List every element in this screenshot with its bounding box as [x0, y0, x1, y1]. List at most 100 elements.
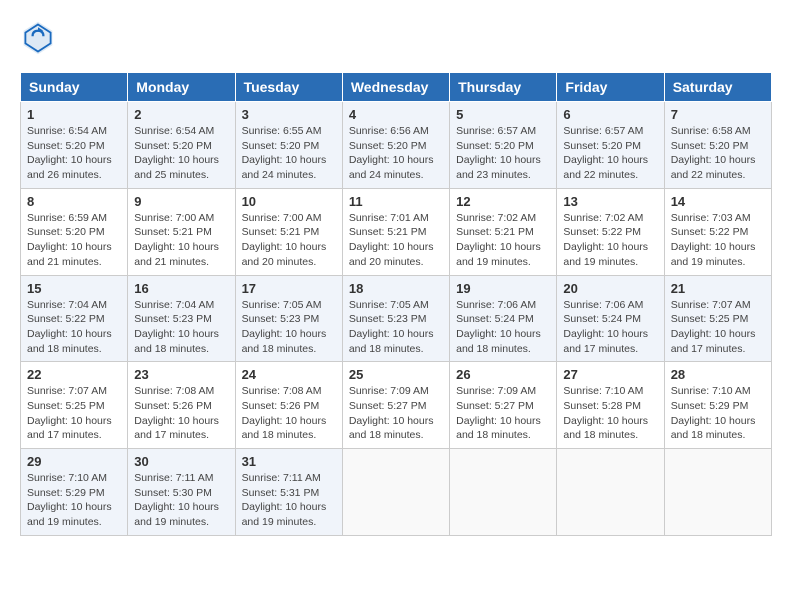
day-number: 16	[134, 281, 228, 296]
day-info: Sunrise: 7:08 AM Sunset: 5:26 PM Dayligh…	[242, 384, 336, 443]
calendar-cell: 18 Sunrise: 7:05 AM Sunset: 5:23 PM Dayli…	[342, 275, 449, 362]
page-header	[20, 20, 772, 56]
calendar-header-row: SundayMondayTuesdayWednesdayThursdayFrid…	[21, 73, 772, 102]
day-number: 2	[134, 107, 228, 122]
calendar-cell: 23 Sunrise: 7:08 AM Sunset: 5:26 PM Dayli…	[128, 362, 235, 449]
day-number: 22	[27, 367, 121, 382]
calendar-cell	[342, 449, 449, 536]
day-number: 30	[134, 454, 228, 469]
day-info: Sunrise: 7:09 AM Sunset: 5:27 PM Dayligh…	[456, 384, 550, 443]
calendar-header-wednesday: Wednesday	[342, 73, 449, 102]
calendar-cell: 17 Sunrise: 7:05 AM Sunset: 5:23 PM Dayli…	[235, 275, 342, 362]
calendar-week-1: 1 Sunrise: 6:54 AM Sunset: 5:20 PM Daylig…	[21, 102, 772, 189]
day-number: 18	[349, 281, 443, 296]
day-number: 7	[671, 107, 765, 122]
calendar-cell: 21Sunrise: 7:07 AM Sunset: 5:25 PM Dayli…	[664, 275, 771, 362]
day-info: Sunrise: 7:06 AM Sunset: 5:24 PM Dayligh…	[456, 298, 550, 357]
calendar-cell: 22 Sunrise: 7:07 AM Sunset: 5:25 PM Dayli…	[21, 362, 128, 449]
day-info: Sunrise: 6:59 AM Sunset: 5:20 PM Dayligh…	[27, 211, 121, 270]
day-info: Sunrise: 7:05 AM Sunset: 5:23 PM Dayligh…	[349, 298, 443, 357]
day-info: Sunrise: 7:11 AM Sunset: 5:31 PM Dayligh…	[242, 471, 336, 530]
calendar-table: SundayMondayTuesdayWednesdayThursdayFrid…	[20, 72, 772, 536]
day-number: 14	[671, 194, 765, 209]
calendar-cell: 28 Sunrise: 7:10 AM Sunset: 5:29 PM Dayli…	[664, 362, 771, 449]
day-number: 24	[242, 367, 336, 382]
calendar-cell: 4Sunrise: 6:56 AM Sunset: 5:20 PM Daylig…	[342, 102, 449, 189]
calendar-cell	[557, 449, 664, 536]
logo	[20, 20, 60, 56]
calendar-cell: 7 Sunrise: 6:58 AM Sunset: 5:20 PM Daylig…	[664, 102, 771, 189]
day-number: 19	[456, 281, 550, 296]
day-info: Sunrise: 7:10 AM Sunset: 5:29 PM Dayligh…	[671, 384, 765, 443]
calendar-cell: 9Sunrise: 7:00 AM Sunset: 5:21 PM Daylig…	[128, 188, 235, 275]
day-number: 20	[563, 281, 657, 296]
calendar-header-tuesday: Tuesday	[235, 73, 342, 102]
day-info: Sunrise: 7:09 AM Sunset: 5:27 PM Dayligh…	[349, 384, 443, 443]
day-info: Sunrise: 7:07 AM Sunset: 5:25 PM Dayligh…	[671, 298, 765, 357]
day-number: 28	[671, 367, 765, 382]
calendar-cell	[450, 449, 557, 536]
calendar-cell: 25Sunrise: 7:09 AM Sunset: 5:27 PM Dayli…	[342, 362, 449, 449]
calendar-cell: 6 Sunrise: 6:57 AM Sunset: 5:20 PM Daylig…	[557, 102, 664, 189]
day-number: 11	[349, 194, 443, 209]
logo-icon	[20, 20, 56, 56]
day-number: 26	[456, 367, 550, 382]
day-number: 1	[27, 107, 121, 122]
calendar-cell: 13 Sunrise: 7:02 AM Sunset: 5:22 PM Dayli…	[557, 188, 664, 275]
day-number: 23	[134, 367, 228, 382]
day-info: Sunrise: 7:04 AM Sunset: 5:22 PM Dayligh…	[27, 298, 121, 357]
calendar-cell: 15 Sunrise: 7:04 AM Sunset: 5:22 PM Dayli…	[21, 275, 128, 362]
calendar-cell: 8 Sunrise: 6:59 AM Sunset: 5:20 PM Daylig…	[21, 188, 128, 275]
calendar-week-4: 22 Sunrise: 7:07 AM Sunset: 5:25 PM Dayli…	[21, 362, 772, 449]
day-number: 27	[563, 367, 657, 382]
day-number: 3	[242, 107, 336, 122]
calendar-cell: 16Sunrise: 7:04 AM Sunset: 5:23 PM Dayli…	[128, 275, 235, 362]
day-number: 9	[134, 194, 228, 209]
calendar-cell: 20 Sunrise: 7:06 AM Sunset: 5:24 PM Dayli…	[557, 275, 664, 362]
day-info: Sunrise: 7:07 AM Sunset: 5:25 PM Dayligh…	[27, 384, 121, 443]
calendar-cell: 5 Sunrise: 6:57 AM Sunset: 5:20 PM Daylig…	[450, 102, 557, 189]
day-info: Sunrise: 7:03 AM Sunset: 5:22 PM Dayligh…	[671, 211, 765, 270]
calendar-header-monday: Monday	[128, 73, 235, 102]
day-number: 8	[27, 194, 121, 209]
calendar-cell: 24 Sunrise: 7:08 AM Sunset: 5:26 PM Dayli…	[235, 362, 342, 449]
day-info: Sunrise: 7:01 AM Sunset: 5:21 PM Dayligh…	[349, 211, 443, 270]
calendar-header-friday: Friday	[557, 73, 664, 102]
calendar-cell: 3 Sunrise: 6:55 AM Sunset: 5:20 PM Daylig…	[235, 102, 342, 189]
calendar-week-5: 29 Sunrise: 7:10 AM Sunset: 5:29 PM Dayli…	[21, 449, 772, 536]
day-number: 6	[563, 107, 657, 122]
calendar-cell: 1 Sunrise: 6:54 AM Sunset: 5:20 PM Daylig…	[21, 102, 128, 189]
day-number: 29	[27, 454, 121, 469]
calendar-cell: 12Sunrise: 7:02 AM Sunset: 5:21 PM Dayli…	[450, 188, 557, 275]
day-info: Sunrise: 6:56 AM Sunset: 5:20 PM Dayligh…	[349, 124, 443, 183]
day-info: Sunrise: 7:08 AM Sunset: 5:26 PM Dayligh…	[134, 384, 228, 443]
calendar-header-sunday: Sunday	[21, 73, 128, 102]
day-info: Sunrise: 6:57 AM Sunset: 5:20 PM Dayligh…	[456, 124, 550, 183]
day-number: 13	[563, 194, 657, 209]
day-info: Sunrise: 6:58 AM Sunset: 5:20 PM Dayligh…	[671, 124, 765, 183]
day-info: Sunrise: 6:57 AM Sunset: 5:20 PM Dayligh…	[563, 124, 657, 183]
calendar-cell: 14 Sunrise: 7:03 AM Sunset: 5:22 PM Dayli…	[664, 188, 771, 275]
day-number: 17	[242, 281, 336, 296]
calendar-cell: 10 Sunrise: 7:00 AM Sunset: 5:21 PM Dayli…	[235, 188, 342, 275]
day-info: Sunrise: 7:10 AM Sunset: 5:28 PM Dayligh…	[563, 384, 657, 443]
day-number: 10	[242, 194, 336, 209]
day-info: Sunrise: 6:55 AM Sunset: 5:20 PM Dayligh…	[242, 124, 336, 183]
calendar-week-3: 15 Sunrise: 7:04 AM Sunset: 5:22 PM Dayli…	[21, 275, 772, 362]
calendar-body: 1 Sunrise: 6:54 AM Sunset: 5:20 PM Daylig…	[21, 102, 772, 536]
day-number: 5	[456, 107, 550, 122]
day-info: Sunrise: 6:54 AM Sunset: 5:20 PM Dayligh…	[27, 124, 121, 183]
day-number: 15	[27, 281, 121, 296]
calendar-week-2: 8 Sunrise: 6:59 AM Sunset: 5:20 PM Daylig…	[21, 188, 772, 275]
day-info: Sunrise: 7:05 AM Sunset: 5:23 PM Dayligh…	[242, 298, 336, 357]
day-number: 12	[456, 194, 550, 209]
day-info: Sunrise: 7:00 AM Sunset: 5:21 PM Dayligh…	[242, 211, 336, 270]
day-info: Sunrise: 6:54 AM Sunset: 5:20 PM Dayligh…	[134, 124, 228, 183]
calendar-header-thursday: Thursday	[450, 73, 557, 102]
day-info: Sunrise: 7:02 AM Sunset: 5:22 PM Dayligh…	[563, 211, 657, 270]
day-info: Sunrise: 7:11 AM Sunset: 5:30 PM Dayligh…	[134, 471, 228, 530]
day-info: Sunrise: 7:06 AM Sunset: 5:24 PM Dayligh…	[563, 298, 657, 357]
day-number: 31	[242, 454, 336, 469]
day-info: Sunrise: 7:10 AM Sunset: 5:29 PM Dayligh…	[27, 471, 121, 530]
calendar-cell: 19 Sunrise: 7:06 AM Sunset: 5:24 PM Dayli…	[450, 275, 557, 362]
